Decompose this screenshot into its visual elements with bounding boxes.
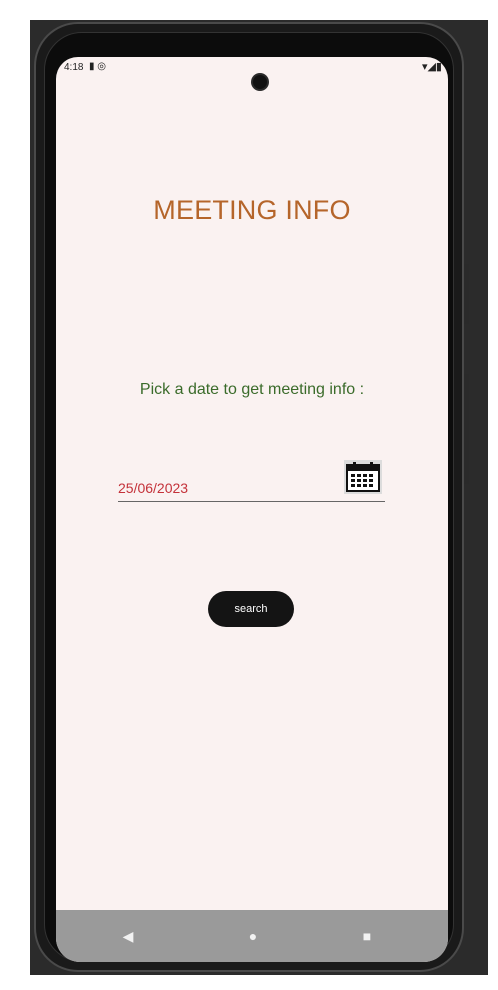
calendar-button[interactable] xyxy=(343,459,383,495)
status-bar: 4:18 ▮ ◎ ▾◢▮ xyxy=(56,57,448,79)
volume-button[interactable] xyxy=(464,264,469,324)
page-title: MEETING INFO xyxy=(153,195,351,225)
power-button[interactable] xyxy=(464,374,469,484)
date-field[interactable]: 25/06/2023 xyxy=(118,459,385,502)
signal-battery-icons: ▾◢▮ xyxy=(421,61,442,73)
front-camera xyxy=(253,75,267,89)
navigation-bar: ◀ ● ■ xyxy=(56,910,448,962)
recents-icon[interactable]: ■ xyxy=(342,910,392,962)
date-prompt-label: Pick a date to get meeting info : xyxy=(139,381,365,398)
home-icon[interactable]: ● xyxy=(228,910,278,962)
app-screen: 4:18 ▮ ◎ ▾◢▮ MEETING INFO Pick a date to… xyxy=(56,57,448,962)
date-value[interactable]: 25/06/2023 xyxy=(118,480,188,496)
calendar-icon xyxy=(344,460,382,494)
notification-icons: ▮ ◎ xyxy=(89,61,107,72)
back-icon[interactable]: ◀ xyxy=(103,910,153,962)
search-button[interactable]: search xyxy=(208,591,294,627)
status-time: 4:18 xyxy=(64,62,84,73)
